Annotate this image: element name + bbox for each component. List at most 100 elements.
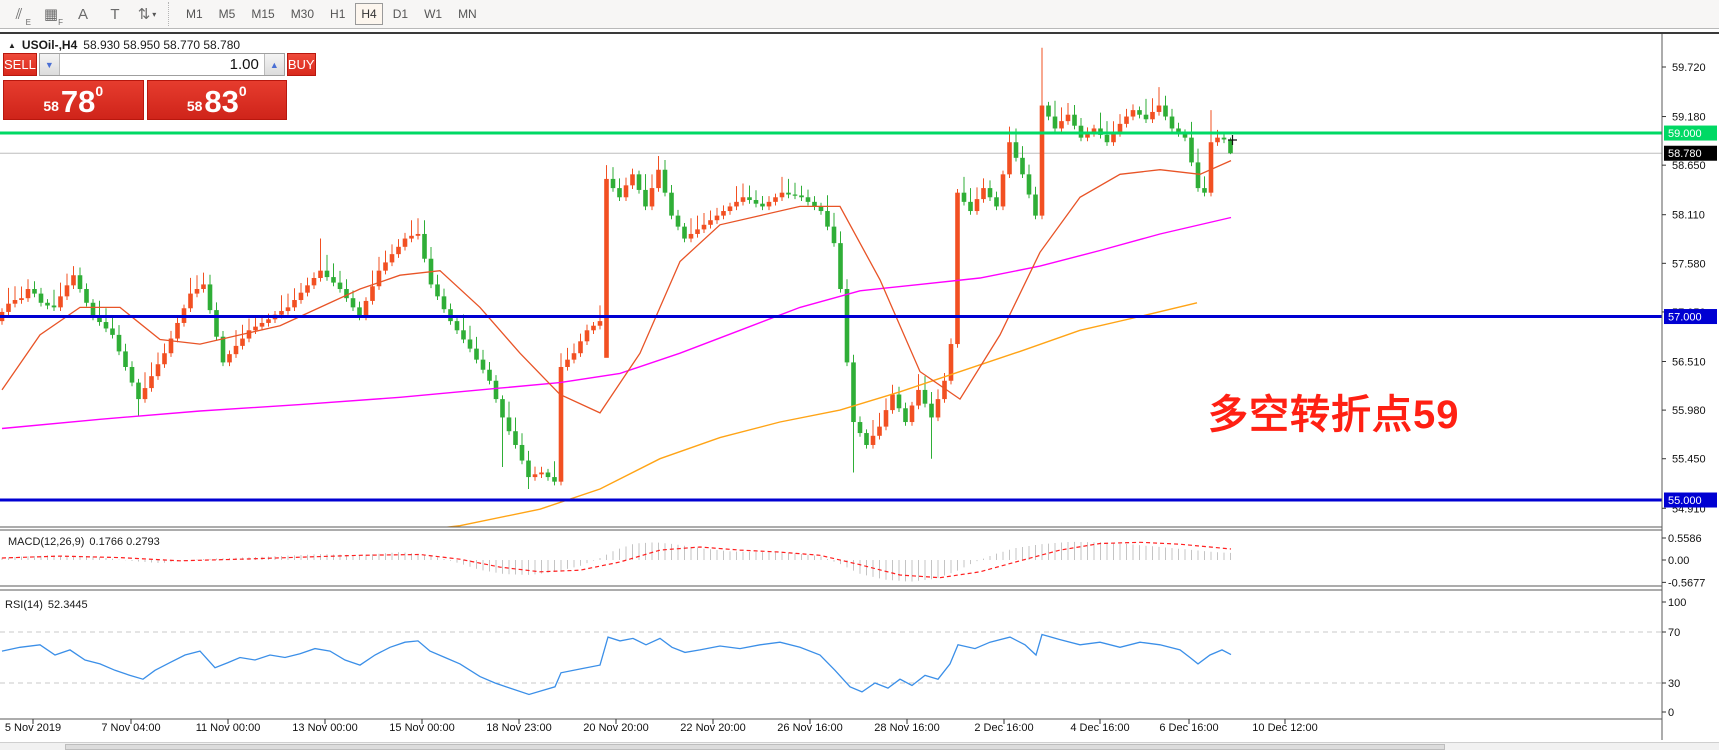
candle-body: [1059, 121, 1064, 128]
candle-body: [422, 234, 427, 259]
candle-body: [838, 243, 843, 289]
horizontal-scrollbar[interactable]: [0, 742, 1719, 750]
price-tag-label: 55.000: [1668, 495, 1702, 507]
candle-body: [351, 298, 356, 307]
volume-increase-button[interactable]: ▲: [264, 54, 284, 75]
candle-body: [767, 202, 772, 207]
candle-body: [890, 395, 895, 411]
candle-body: [929, 404, 934, 418]
buy-price-display[interactable]: 58 83 0: [147, 80, 288, 120]
candle-body: [1014, 142, 1019, 158]
sell-button[interactable]: SELL: [3, 53, 37, 76]
candle-body: [598, 321, 603, 326]
rsi-tick-label: 70: [1668, 627, 1680, 639]
volume-stepper: ▼ ▲: [39, 53, 285, 76]
candle-body: [708, 220, 713, 225]
sell-price-small: 58: [43, 98, 59, 114]
candle-body: [533, 474, 538, 477]
scrollbar-thumb[interactable]: [65, 744, 1445, 750]
buy-price-big: 83: [204, 88, 238, 116]
candle-body: [721, 211, 726, 216]
candle-body: [1001, 174, 1006, 206]
candle-body: [143, 388, 148, 399]
candle-body: [845, 289, 850, 362]
candle-body: [624, 185, 629, 197]
time-tick-label: 26 Nov 16:00: [777, 722, 842, 734]
chart-annotation-text: 多空转折点59: [1208, 382, 1460, 440]
time-axis: 5 Nov 20197 Nov 04:0011 Nov 00:0013 Nov …: [5, 719, 1318, 734]
candle-body: [806, 197, 811, 202]
collapse-triangle-icon[interactable]: ▲: [8, 41, 16, 50]
macd-signal-line: [2, 542, 1231, 577]
candle-body: [32, 289, 37, 294]
time-tick-label: 22 Nov 20:00: [680, 722, 745, 734]
price-tick-label: 56.510: [1672, 356, 1706, 368]
chart-title: ▲ USOil-,H4 58.930 58.950 58.770 58.780: [8, 38, 240, 52]
price-tick-label: 59.180: [1672, 112, 1706, 124]
price-tag-label: 58.780: [1668, 148, 1702, 160]
candle-body: [682, 227, 687, 239]
candle-body: [1196, 162, 1201, 188]
candle-body: [19, 298, 24, 300]
candle-body: [214, 310, 219, 337]
candle-body: [409, 236, 414, 239]
candle-body: [364, 301, 369, 317]
candle-body: [858, 422, 863, 433]
price-axis: 59.72059.18058.65058.11057.58057.05056.5…: [1662, 62, 1717, 515]
buy-price-small: 58: [187, 98, 203, 114]
candle-body: [6, 304, 11, 312]
app-window: ⫽E▦FAT⇅▾ M1M5M15M30H1H4D1W1MN 59.72059.1…: [0, 0, 1719, 750]
candle-body: [786, 193, 791, 195]
macd-values: 0.1766 0.2793: [89, 536, 159, 548]
candle-body: [773, 197, 778, 202]
candle-body: [435, 284, 440, 296]
macd-tick-label: -0.5677: [1668, 577, 1705, 589]
candle-body: [221, 337, 226, 363]
candle-body: [305, 285, 310, 292]
candle-body: [851, 362, 856, 422]
price-tick-label: 57.580: [1672, 258, 1706, 270]
volume-decrease-button[interactable]: ▼: [40, 54, 60, 75]
candle-body: [468, 339, 473, 348]
candle-body: [474, 349, 479, 360]
volume-input[interactable]: [60, 54, 264, 75]
candle-body: [1020, 158, 1025, 175]
candle-body: [84, 289, 89, 303]
candle-body: [260, 323, 265, 327]
candle-body: [552, 477, 557, 482]
candle-body: [643, 190, 648, 207]
candle-body: [247, 330, 252, 338]
candle-body: [994, 197, 999, 206]
candle-body: [877, 427, 882, 436]
rsi-label: RSI(14) 52.3445: [5, 599, 88, 611]
ohlc-readout: 58.930 58.950 58.770 58.780: [83, 38, 240, 52]
buy-button[interactable]: BUY: [287, 53, 316, 76]
candle-body: [676, 216, 681, 227]
candle-body: [318, 271, 323, 278]
candle-body: [650, 188, 655, 206]
time-tick-label: 4 Dec 16:00: [1070, 722, 1129, 734]
ma-mid-line: [2, 218, 1231, 429]
candle-body: [149, 376, 154, 388]
macd-label: MACD(12,26,9) 0.1766 0.2793: [8, 536, 160, 548]
candle-body: [669, 193, 674, 216]
candle-body: [760, 204, 765, 207]
candle-body: [975, 199, 980, 211]
macd-tick-label: 0.00: [1668, 555, 1689, 567]
candle-body: [578, 341, 583, 353]
time-tick-label: 18 Nov 23:00: [486, 722, 551, 734]
candle-body: [494, 381, 499, 399]
candle-body: [104, 322, 109, 328]
candle-body: [780, 193, 785, 198]
candle-body: [507, 417, 512, 431]
candle-body: [1209, 142, 1214, 192]
ma-slow-line: [230, 303, 1197, 537]
candle-body: [162, 353, 167, 364]
candle-body: [1072, 115, 1077, 126]
candle-body: [1053, 117, 1058, 129]
buy-price-sup: 0: [239, 83, 247, 99]
candle-body: [1027, 174, 1032, 194]
sell-price-display[interactable]: 58 78 0: [3, 80, 144, 120]
candle-body: [572, 353, 577, 359]
candle-body: [195, 289, 200, 294]
